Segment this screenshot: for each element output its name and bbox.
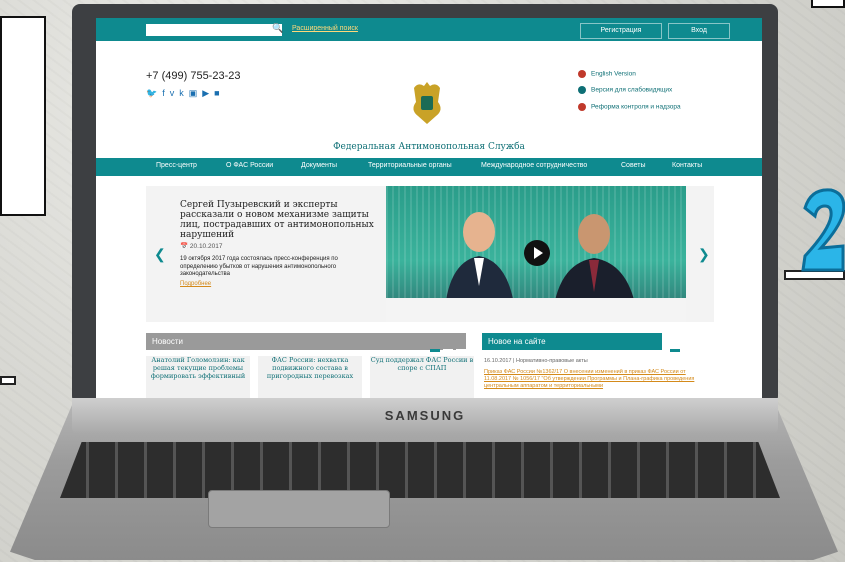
right-white-box [811, 0, 845, 8]
keyboard [60, 442, 780, 498]
english-version-link[interactable]: English Version [578, 70, 636, 78]
news-slider: ❮ ❯ Сергей Пузыревский и эксперты расска… [146, 186, 714, 322]
play-icon[interactable] [524, 240, 550, 266]
slide-date: 📅 20.10.2017 [180, 243, 223, 250]
instagram-icon[interactable]: ▣ [189, 88, 203, 98]
slide-text: 19 октября 2017 года состоялась пресс-ко… [180, 256, 338, 277]
nav-item-press[interactable]: Пресс-центр [156, 162, 197, 169]
slide-photo[interactable] [386, 186, 686, 322]
site-new-link[interactable]: Приказ ФАС России №1362/17 О внесении из… [484, 369, 704, 390]
twitter-icon[interactable]: 🐦 [146, 88, 162, 98]
nav-item-documents[interactable]: Документы [301, 162, 337, 169]
youtube-icon[interactable]: ▶ [202, 88, 214, 98]
login-button[interactable]: Вход [668, 23, 730, 39]
agency-title: Федеральная Антимонопольная Служба [333, 142, 525, 152]
low-vision-link[interactable]: Версия для слабовидящих [578, 86, 672, 94]
search-icon[interactable]: 🔍 [272, 23, 283, 34]
vk-icon[interactable]: vk [170, 88, 189, 98]
camera-icon[interactable]: ■ [214, 88, 224, 98]
search-input[interactable] [146, 24, 282, 36]
reform-icon [578, 103, 586, 111]
slider-prev-icon[interactable]: ❮ [154, 246, 166, 263]
news-card[interactable]: Анатолий Голомолзин: как решая текущие п… [146, 356, 250, 398]
nav-item-contacts[interactable]: Контакты [672, 162, 702, 169]
nav-item-international[interactable]: Международное сотрудничество [481, 162, 587, 169]
news-card[interactable]: ФАС России: нехватка подвижного состава … [258, 356, 362, 398]
press-table [386, 298, 686, 322]
social-icons: 🐦fvk▣▶■ [146, 88, 225, 99]
register-button[interactable]: Регистрация [580, 23, 662, 39]
top-bar: 🔍 Расширенный поиск Регистрация Вход [96, 18, 762, 41]
browser-screen: 🔍 Расширенный поиск Регистрация Вход +7 … [96, 18, 762, 398]
eye-icon [578, 86, 586, 94]
nav-item-advice[interactable]: Советы [621, 162, 646, 169]
news-card[interactable]: Суд поддержал ФАС России в споре с СПАП [370, 356, 474, 398]
site-new-header: Новое на сайте [482, 333, 662, 350]
globe-icon [578, 70, 586, 78]
coat-of-arms-emblem[interactable] [410, 80, 444, 126]
more-link[interactable]: Подробнее [180, 281, 211, 287]
touchpad [208, 490, 390, 528]
nav-item-territorial[interactable]: Территориальные органы [368, 162, 452, 169]
reform-link[interactable]: Реформа контроля и надзора [578, 103, 681, 111]
phone-number: +7 (499) 755-23-23 [146, 70, 241, 82]
left-white-box [0, 16, 46, 216]
news-pager[interactable] [430, 339, 469, 357]
extended-search-link[interactable]: Расширенный поиск [292, 25, 358, 32]
site-new-date: 16.10.2017 | Нормативно-правовые акты [484, 358, 588, 364]
number-two-icon [801, 188, 845, 272]
slider-next-icon[interactable]: ❯ [698, 246, 710, 263]
left-dash-decoration [0, 376, 16, 385]
news-header: Новости [146, 333, 466, 350]
site-pager[interactable] [670, 339, 709, 357]
main-nav: Пресс-центр О ФАС России Документы Терри… [96, 158, 762, 176]
slide-title[interactable]: Сергей Пузыревский и эксперты рассказали… [180, 200, 380, 240]
laptop-chin: SAMSUNG [72, 398, 778, 434]
nav-item-about[interactable]: О ФАС России [226, 162, 273, 169]
brand-logo: SAMSUNG [384, 408, 466, 423]
facebook-icon[interactable]: f [162, 88, 170, 98]
